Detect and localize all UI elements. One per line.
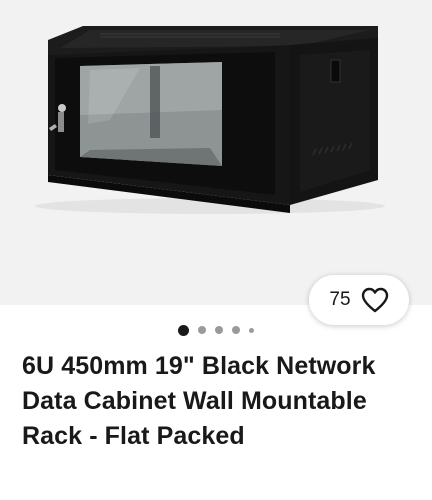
pagination-dot-active[interactable] (178, 324, 189, 336)
watch-button[interactable]: 75 (309, 275, 409, 325)
pagination-dot[interactable] (215, 326, 223, 334)
image-gallery[interactable]: 75 (0, 0, 432, 325)
listing-title: 6U 450mm 19" Black Network Data Cabinet … (22, 352, 376, 450)
pagination-dot[interactable] (198, 326, 206, 334)
pagination-dot[interactable] (232, 326, 240, 334)
heart-outline-icon (361, 287, 388, 313)
pagination-dot[interactable] (249, 327, 254, 333)
watchers-count: 75 (329, 289, 351, 310)
product-image[interactable] (0, 0, 432, 305)
gallery-pagination (0, 322, 432, 338)
